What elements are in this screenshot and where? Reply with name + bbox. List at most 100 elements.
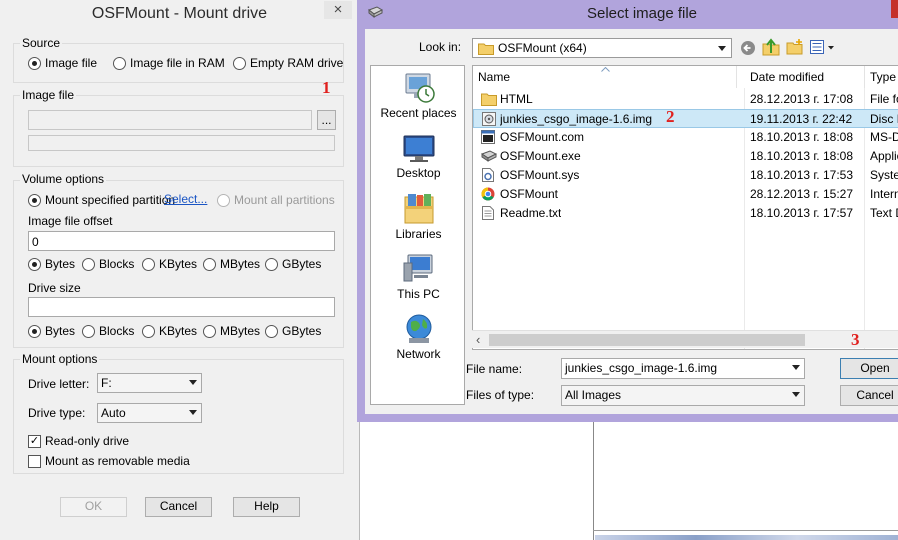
- size-unit-blocks-radio[interactable]: Blocks: [82, 324, 134, 338]
- annotation-number: 1: [322, 78, 331, 97]
- drive-app-icon: [481, 150, 497, 162]
- file-date: 28.12.2013 г. 15:27: [750, 187, 854, 201]
- place-label: Recent places: [380, 106, 457, 120]
- folder-icon: [481, 93, 497, 106]
- libraries-icon: [404, 194, 433, 224]
- source-empty-ram-radio[interactable]: Empty RAM drive: [233, 56, 343, 70]
- mount-all-partitions-radio[interactable]: Mount all partitions: [217, 193, 335, 207]
- select-partition-link[interactable]: Select...: [164, 192, 207, 206]
- radio-label: Image file: [45, 56, 98, 70]
- checkbox-label: Mount as removable media: [45, 454, 190, 468]
- size-unit-bytes-radio[interactable]: Bytes: [28, 324, 75, 338]
- source-image-file-ram-radio[interactable]: Image file in RAM: [113, 56, 225, 70]
- drive-size-field[interactable]: [28, 297, 335, 317]
- size-unit-kbytes-radio[interactable]: KBytes: [142, 324, 197, 338]
- desktop-icon: [403, 135, 434, 162]
- offset-unit-mbytes-radio[interactable]: MBytes: [203, 257, 260, 271]
- size-unit-mbytes-radio[interactable]: MBytes: [203, 324, 260, 338]
- file-type: File fol: [870, 92, 898, 106]
- radio-label: GBytes: [282, 324, 322, 338]
- file-type: Disc Im: [870, 112, 898, 126]
- place-desktop[interactable]: Desktop: [371, 134, 466, 180]
- window-title: OSFMount - Mount drive: [91, 5, 268, 22]
- look-in-select[interactable]: OSFMount (x64): [472, 38, 732, 58]
- place-this-pc[interactable]: This PC: [371, 253, 466, 301]
- cancel-button[interactable]: Cancel: [145, 497, 212, 517]
- place-network[interactable]: Network: [371, 313, 466, 361]
- read-only-checkbox[interactable]: ✓ Read-only drive: [28, 434, 129, 448]
- source-image-file-radio[interactable]: Image file: [28, 56, 97, 70]
- place-recent-places[interactable]: Recent places: [371, 72, 466, 120]
- file-type: Text Do: [870, 206, 898, 220]
- column-header-date-modified[interactable]: Date modified: [745, 66, 865, 88]
- place-label: Network: [396, 347, 441, 361]
- image-file-offset-field[interactable]: 0: [28, 231, 335, 251]
- back-arrow-icon[interactable]: [740, 40, 756, 56]
- scroll-left-icon[interactable]: ‹: [476, 332, 480, 347]
- radio-label: KBytes: [159, 324, 198, 338]
- new-folder-icon[interactable]: [786, 39, 804, 55]
- radio-indicator: [233, 56, 246, 70]
- mount-options-group-label: Mount options: [20, 352, 100, 366]
- disc-image-icon: [482, 112, 496, 126]
- scrollbar-thumb[interactable]: [489, 334, 805, 346]
- radio-label: Blocks: [99, 257, 135, 271]
- file-row-selected[interactable]: junkies_csgo_image-1.6.img 19.11.2013 г.…: [473, 109, 898, 128]
- folder-icon: [478, 43, 494, 55]
- ok-button[interactable]: OK: [60, 497, 127, 517]
- radio-label: Blocks: [99, 324, 135, 338]
- file-name: Readme.txt: [500, 206, 562, 220]
- file-date: 18.10.2013 г. 18:08: [750, 149, 854, 163]
- volume-options-group-label: Volume options: [20, 172, 107, 186]
- browse-button[interactable]: ...: [317, 110, 336, 130]
- radio-label: Bytes: [45, 324, 76, 338]
- file-date: 18.10.2013 г. 18:08: [750, 130, 854, 144]
- file-date: 19.11.2013 г. 22:42: [750, 112, 853, 126]
- background-image-strip: [595, 535, 898, 540]
- offset-unit-gbytes-radio[interactable]: GBytes: [265, 257, 321, 271]
- mount-specified-partition-radio[interactable]: Mount specified partition: [28, 193, 175, 207]
- chevron-down-icon: [189, 410, 197, 415]
- background-page: [585, 418, 898, 540]
- file-type: Interne: [870, 187, 898, 201]
- file-list: Name Date modified Type HTML 28.12.2013 …: [472, 65, 898, 350]
- osfmount-titlebar: OSFMount - Mount drive ×: [0, 0, 359, 28]
- radio-indicator: [28, 193, 41, 207]
- place-libraries[interactable]: Libraries: [371, 193, 466, 241]
- column-header-type[interactable]: Type: [865, 66, 898, 88]
- offset-unit-bytes-radio[interactable]: Bytes: [28, 257, 75, 271]
- drive-letter-select[interactable]: F:: [97, 373, 202, 393]
- close-button[interactable]: [891, 0, 898, 18]
- up-folder-icon[interactable]: [762, 38, 780, 56]
- image-file-path-field[interactable]: [28, 110, 312, 130]
- view-menu-icon[interactable]: [810, 40, 836, 54]
- dialog-cancel-button[interactable]: Cancel: [840, 385, 898, 406]
- file-name-input[interactable]: junkies_csgo_image-1.6.img: [561, 358, 805, 379]
- radio-indicator: [28, 56, 41, 70]
- file-row[interactable]: OSFMount.com 18.10.2013 г. 18:08 MS-DO: [473, 128, 898, 147]
- file-row[interactable]: Readme.txt 18.10.2013 г. 17:57 Text Do: [473, 204, 898, 223]
- chrome-icon: [481, 187, 495, 201]
- close-button[interactable]: ×: [324, 1, 352, 19]
- osfmount-window: OSFMount - Mount drive × Source Image fi…: [0, 0, 360, 540]
- size-unit-gbytes-radio[interactable]: GBytes: [265, 324, 321, 338]
- radio-label: MBytes: [220, 257, 261, 271]
- drive-type-select[interactable]: Auto: [97, 403, 202, 423]
- file-row[interactable]: HTML 28.12.2013 г. 17:08 File fol: [473, 90, 898, 109]
- text-file-icon: [482, 206, 494, 220]
- file-row[interactable]: OSFMount 28.12.2013 г. 15:27 Interne: [473, 185, 898, 204]
- open-button[interactable]: Open: [840, 358, 898, 379]
- offset-unit-blocks-radio[interactable]: Blocks: [82, 257, 134, 271]
- column-header-label: Type: [870, 70, 897, 84]
- places-bar: Recent places Desktop Libraries This PC …: [370, 65, 465, 405]
- horizontal-scrollbar[interactable]: ‹: [472, 330, 898, 348]
- file-row[interactable]: OSFMount.exe 18.10.2013 г. 18:08 Applica: [473, 147, 898, 166]
- radio-label: Bytes: [45, 257, 76, 271]
- background-divider: [593, 418, 594, 540]
- removable-media-checkbox[interactable]: Mount as removable media: [28, 454, 190, 468]
- offset-unit-kbytes-radio[interactable]: KBytes: [142, 257, 197, 271]
- checkbox-label: Read-only drive: [45, 434, 130, 448]
- files-of-type-select[interactable]: All Images: [561, 385, 805, 406]
- file-row[interactable]: OSFMount.sys 18.10.2013 г. 17:53 System: [473, 166, 898, 185]
- help-button[interactable]: Help: [233, 497, 300, 517]
